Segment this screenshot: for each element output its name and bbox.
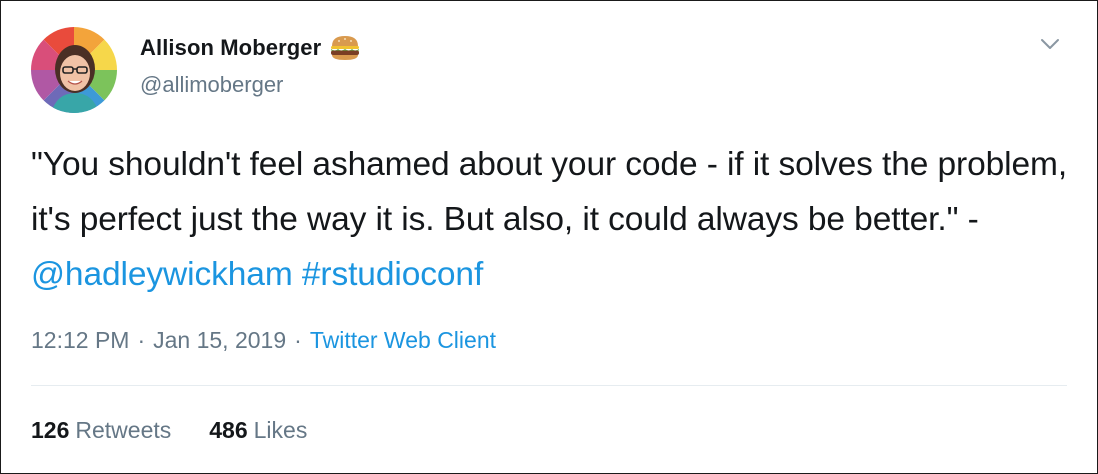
author-name-row[interactable]: Allison Moberger [140,33,361,63]
display-name[interactable]: Allison Moberger [140,35,321,61]
tweet-text: "You shouldn't feel ashamed about your c… [31,137,1071,302]
tweet-card: Allison Moberger @allimoberger "You shou… [0,0,1098,474]
likes-label: Likes [253,417,308,443]
profile-photo [31,27,117,113]
tweet-source-link[interactable]: Twitter Web Client [310,327,496,353]
tweet-time[interactable]: 12:12 PM [31,327,129,353]
likes-count: 486 [209,417,248,443]
divider [31,385,1067,386]
avatar[interactable] [31,27,117,113]
chevron-down-icon[interactable] [1038,35,1062,53]
tweet-stats: 126 Retweets 486 Likes [31,417,307,444]
author-handle[interactable]: @allimoberger [140,72,283,98]
retweets-count: 126 [31,417,70,443]
retweets-label: Retweets [75,417,172,443]
meta-separator: · [137,327,146,353]
mention-link[interactable]: @hadleywickham [31,256,293,293]
tweet-date[interactable]: Jan 15, 2019 [153,327,286,353]
hamburger-emoji-icon [331,36,360,60]
tweet-body-text: "You shouldn't feel ashamed about your c… [31,146,1068,238]
retweets-stat[interactable]: 126 Retweets [31,417,171,444]
tweet-meta: 12:12 PM · Jan 15, 2019 · Twitter Web Client [31,327,496,354]
hashtag-link[interactable]: #rstudioconf [302,256,483,293]
meta-separator: · [294,327,302,353]
likes-stat[interactable]: 486 Likes [209,417,307,444]
